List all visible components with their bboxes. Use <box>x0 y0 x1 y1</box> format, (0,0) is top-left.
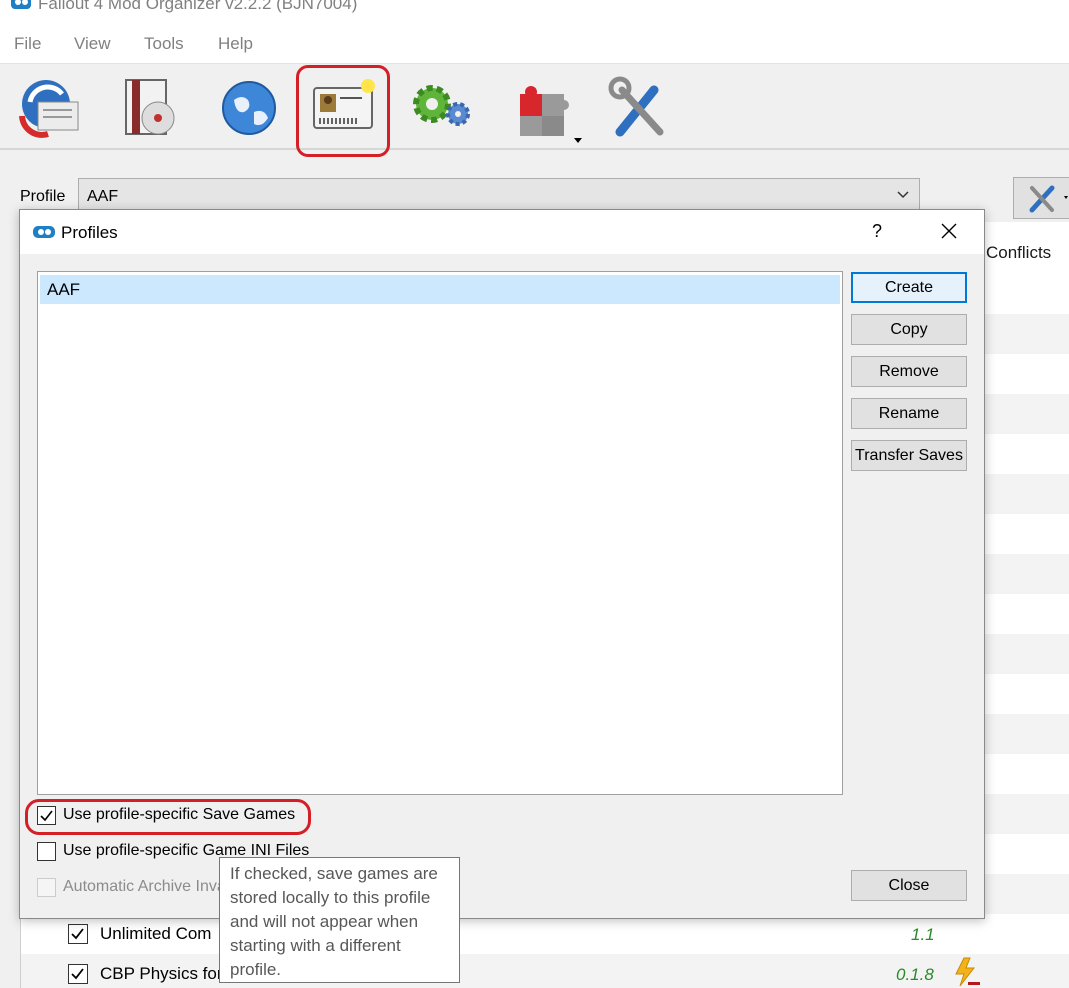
change-game-button[interactable] <box>10 68 86 146</box>
copy-button[interactable]: Copy <box>851 314 967 345</box>
profile-label: Profile <box>20 188 66 205</box>
menu-bar: File View Tools Help <box>0 22 1069 64</box>
table-row[interactable]: CBP Physics for 0.1.8 <box>20 954 1069 988</box>
mod-version: 0.1.8 <box>896 965 934 984</box>
tooltip-line: and will not appear when <box>230 912 419 931</box>
profile-list[interactable]: AAF <box>37 271 843 795</box>
menu-file[interactable]: File <box>14 34 41 54</box>
rename-button[interactable]: Rename <box>851 398 967 429</box>
puzzle-icon <box>520 86 569 136</box>
tooltip-line: profile. <box>230 960 282 979</box>
nexus-button[interactable] <box>210 68 286 146</box>
mod-tools-dropdown-button[interactable] <box>1013 177 1069 219</box>
mod-enabled-checkbox[interactable] <box>68 924 88 944</box>
tools-icon <box>1029 185 1068 213</box>
menu-view[interactable]: View <box>74 34 111 54</box>
profile-select-value: AAF <box>87 188 119 205</box>
gears-icon <box>413 85 470 126</box>
tooltip-line: starting with a different <box>230 936 401 955</box>
window-titlebar: Fallout 4 Mod Organizer v2.2.2 (BJN7004) <box>0 0 1069 22</box>
settings-button[interactable] <box>600 68 676 146</box>
menu-tools[interactable]: Tools <box>144 34 184 54</box>
transfer-saves-button[interactable]: Transfer Saves <box>851 440 967 471</box>
mod-name: Unlimited Com <box>100 924 212 943</box>
close-icon[interactable] <box>940 222 958 240</box>
install-mod-icon <box>125 79 175 135</box>
list-item[interactable]: AAF <box>40 275 840 304</box>
save-games-highlight <box>25 799 311 835</box>
profile-name: AAF <box>47 280 81 299</box>
conflicts-column-header[interactable]: Conflicts <box>986 243 1051 263</box>
globe-icon <box>222 81 276 135</box>
mod-organizer-logo-icon <box>33 226 55 238</box>
tools-button[interactable] <box>504 68 580 146</box>
save-games-tooltip: If checked, save games are stored locall… <box>219 857 460 983</box>
window-title: Fallout 4 Mod Organizer v2.2.2 (BJN7004) <box>38 0 358 13</box>
dialog-title: Profiles <box>61 223 118 242</box>
mod-enabled-checkbox[interactable] <box>68 964 88 984</box>
dialog-titlebar: Profiles ? <box>20 210 984 254</box>
checkmark-icon <box>71 928 84 940</box>
mod-name: CBP Physics for <box>100 964 223 983</box>
remove-button[interactable]: Remove <box>851 356 967 387</box>
checkmark-icon <box>71 968 84 980</box>
create-button[interactable]: Create <box>851 272 967 303</box>
help-button[interactable]: ? <box>872 221 882 242</box>
main-toolbar <box>0 64 1069 150</box>
table-row[interactable]: Unlimited Com 1.1 <box>20 914 1069 954</box>
close-button[interactable]: Close <box>851 870 967 901</box>
tooltip-line: If checked, save games are <box>230 864 438 883</box>
executables-button[interactable] <box>402 68 478 146</box>
install-mod-button[interactable] <box>112 68 188 146</box>
ini-files-checkbox[interactable] <box>37 842 56 861</box>
chevron-down-icon <box>897 191 909 199</box>
tools-dropdown-arrow-icon[interactable] <box>574 138 582 143</box>
menu-help[interactable]: Help <box>218 34 253 54</box>
wrench-screwdriver-icon <box>608 76 664 137</box>
mod-version: 1.1 <box>911 925 935 944</box>
mod-organizer-logo-icon <box>11 0 31 9</box>
lightning-flag-icon <box>955 957 980 987</box>
archive-invalidation-checkbox <box>37 878 56 897</box>
profiles-button-highlight <box>296 65 390 157</box>
change-game-icon <box>19 80 79 138</box>
tooltip-line: stored locally to this profile <box>230 888 431 907</box>
